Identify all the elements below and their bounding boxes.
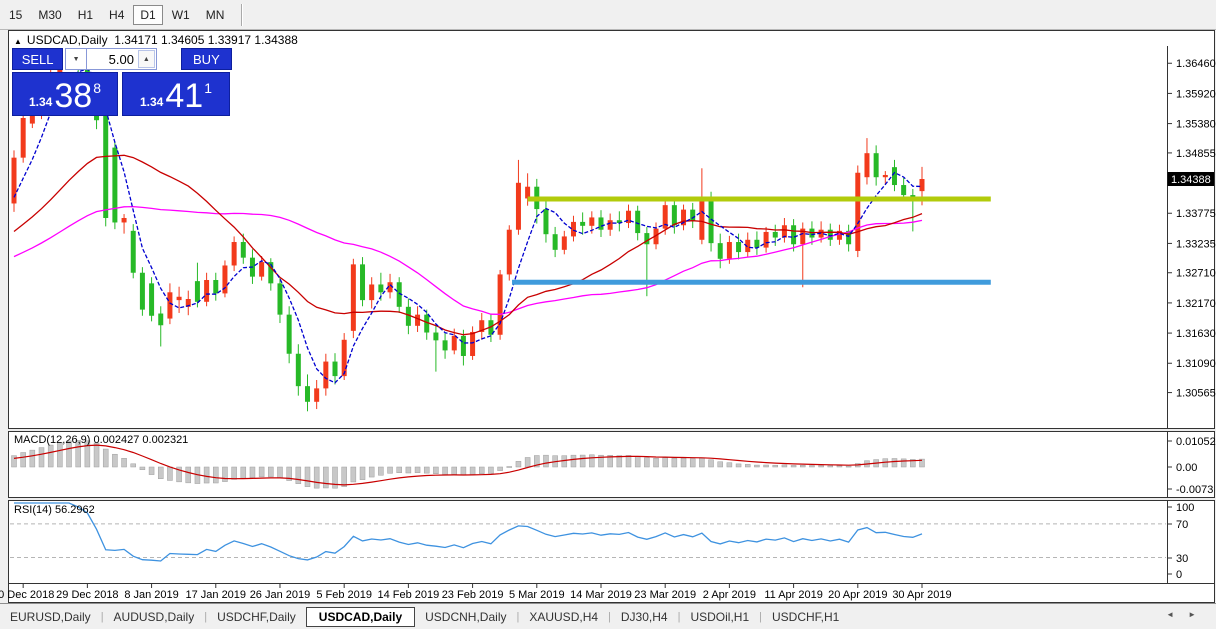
svg-text:20 Apr 2019: 20 Apr 2019 <box>828 589 887 601</box>
support-line[interactable] <box>512 280 991 285</box>
svg-text:1.31090: 1.31090 <box>1176 358 1216 370</box>
svg-text:20 Dec 2018: 20 Dec 2018 <box>0 589 54 601</box>
tab-eurusd-daily[interactable]: EURUSD,Daily <box>0 608 101 626</box>
tab-dj30-h4[interactable]: DJ30,H4 <box>611 608 678 626</box>
svg-text:14 Feb 2019: 14 Feb 2019 <box>377 589 439 601</box>
svg-text:2 Apr 2019: 2 Apr 2019 <box>703 589 756 601</box>
svg-text:26 Jan 2019: 26 Jan 2019 <box>250 589 311 601</box>
svg-text:1.30565: 1.30565 <box>1176 388 1216 400</box>
chart-title: ▲ USDCAD,Daily 1.34171 1.34605 1.33917 1.… <box>14 33 298 47</box>
svg-text:1.33235: 1.33235 <box>1176 238 1216 250</box>
rsi-line <box>14 503 922 561</box>
buy-price-button[interactable]: 1.34 41 1 <box>122 72 230 116</box>
svg-text:29 Dec 2018: 29 Dec 2018 <box>56 589 118 601</box>
macd-panel <box>12 440 925 488</box>
trade-panel: SELL ▼ 5.00 ▲ BUY 1.34 38 8 1.34 41 1 <box>12 48 232 116</box>
svg-text:11 Apr 2019: 11 Apr 2019 <box>764 589 823 601</box>
chart-tab-bar: EURUSD,Daily|AUDUSD,Daily|USDCHF,DailyUS… <box>0 603 1216 629</box>
sell-price-sup: 8 <box>93 80 101 96</box>
metatrader-screen: 15M30H1H4D1W1MN 1.364601.359201.353801.3… <box>0 0 1216 629</box>
tab-usdchf-h1[interactable]: USDCHF,H1 <box>762 608 849 626</box>
chevron-up-icon: ▲ <box>143 56 150 63</box>
volume-increase-button[interactable]: ▲ <box>138 50 155 68</box>
svg-text:23 Feb 2019: 23 Feb 2019 <box>442 589 504 601</box>
svg-text:1.36460: 1.36460 <box>1176 58 1216 70</box>
svg-text:17 Jan 2019: 17 Jan 2019 <box>185 589 246 601</box>
buy-price-big: 41 <box>165 77 203 115</box>
svg-text:-0.0073: -0.0073 <box>1176 484 1213 496</box>
rsi-splitter[interactable] <box>8 497 1215 501</box>
svg-text:0: 0 <box>1176 569 1182 581</box>
svg-text:0.00: 0.00 <box>1176 462 1197 474</box>
svg-text:30 Apr 2019: 30 Apr 2019 <box>892 589 951 601</box>
tab-usdoil-h1[interactable]: USDOil,H1 <box>680 608 759 626</box>
resistance-line[interactable] <box>528 197 991 202</box>
svg-text:70: 70 <box>1176 519 1188 531</box>
tab-usdcad-daily[interactable]: USDCAD,Daily <box>306 607 415 627</box>
buy-price-prefix: 1.34 <box>140 95 163 109</box>
sell-button[interactable]: SELL <box>12 48 63 70</box>
svg-text:14 Mar 2019: 14 Mar 2019 <box>570 589 632 601</box>
collapse-icon[interactable]: ▲ <box>14 37 22 46</box>
chevron-down-icon: ▼ <box>73 56 80 63</box>
macd-splitter[interactable] <box>8 428 1215 432</box>
buy-button[interactable]: BUY <box>181 48 232 70</box>
tab-xauusd-h4[interactable]: XAUUSD,H4 <box>519 608 608 626</box>
svg-text:23 Mar 2019: 23 Mar 2019 <box>634 589 696 601</box>
svg-text:30: 30 <box>1176 553 1188 565</box>
chart-title-symbol: USDCAD,Daily <box>27 33 108 47</box>
volume-value: 5.00 <box>109 52 134 67</box>
svg-text:1.32170: 1.32170 <box>1176 298 1216 310</box>
volume-input[interactable]: 5.00 ▲ <box>87 48 157 70</box>
svg-text:1.35380: 1.35380 <box>1176 119 1216 131</box>
svg-text:5 Mar 2019: 5 Mar 2019 <box>509 589 565 601</box>
svg-text:1.34855: 1.34855 <box>1176 148 1216 160</box>
svg-text:1.35920: 1.35920 <box>1176 88 1216 100</box>
tab-scroll-arrows[interactable]: ◄► <box>1166 610 1210 619</box>
svg-text:8 Jan 2019: 8 Jan 2019 <box>124 589 178 601</box>
svg-text:0.010525: 0.010525 <box>1176 436 1216 448</box>
svg-text:1.33775: 1.33775 <box>1176 208 1216 220</box>
sell-price-big: 38 <box>54 77 92 115</box>
tab-usdcnh-daily[interactable]: USDCNH,Daily <box>415 608 516 626</box>
volume-dropdown-button[interactable]: ▼ <box>65 48 87 70</box>
sell-price-button[interactable]: 1.34 38 8 <box>12 72 118 116</box>
tab-audusd-daily[interactable]: AUDUSD,Daily <box>104 608 205 626</box>
buy-price-sup: 1 <box>204 80 212 96</box>
svg-text:1.32710: 1.32710 <box>1176 268 1216 280</box>
svg-text:100: 100 <box>1176 502 1194 514</box>
svg-text:1.31630: 1.31630 <box>1176 328 1216 340</box>
sell-price-prefix: 1.34 <box>29 95 52 109</box>
tab-usdchf-daily[interactable]: USDCHF,Daily <box>207 608 306 626</box>
svg-text:1.34388: 1.34388 <box>1171 174 1211 186</box>
date-axis[interactable] <box>23 584 922 588</box>
chart-title-ohlc: 1.34171 1.34605 1.33917 1.34388 <box>114 33 298 47</box>
svg-text:5 Feb 2019: 5 Feb 2019 <box>316 589 372 601</box>
macd-indicator-label: MACD(12,26,9) 0.002427 0.002321 <box>14 434 188 446</box>
rsi-indicator-label: RSI(14) 56.2962 <box>14 504 95 516</box>
